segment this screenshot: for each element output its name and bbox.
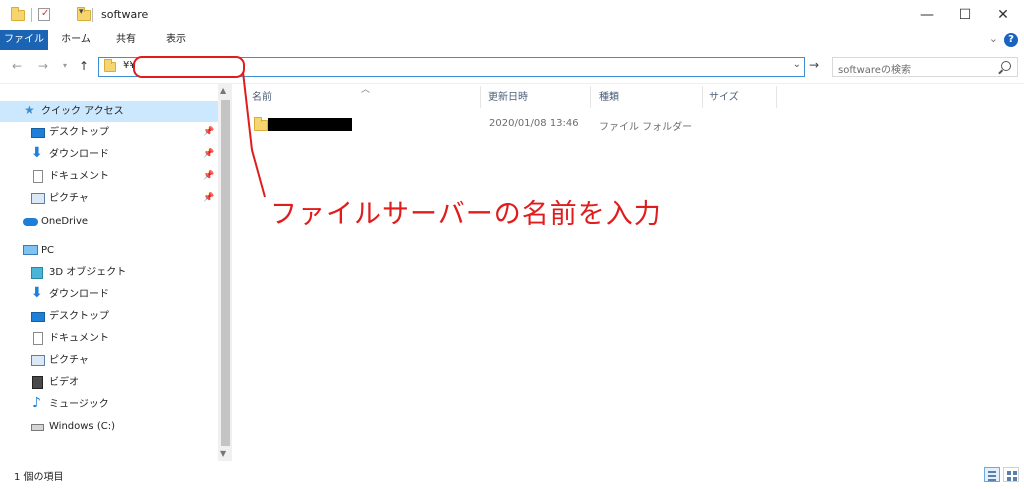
annotation-text: ファイルサーバーの名前を入力: [270, 199, 662, 230]
status-bar: 1 個の項目: [0, 461, 1024, 489]
annotation-connector: [242, 71, 266, 198]
annotation-line: [242, 71, 266, 198]
details-view-icon[interactable]: [984, 467, 1000, 482]
item-count: 1 個の項目: [14, 472, 64, 483]
large-icons-view-icon[interactable]: [1003, 467, 1019, 482]
